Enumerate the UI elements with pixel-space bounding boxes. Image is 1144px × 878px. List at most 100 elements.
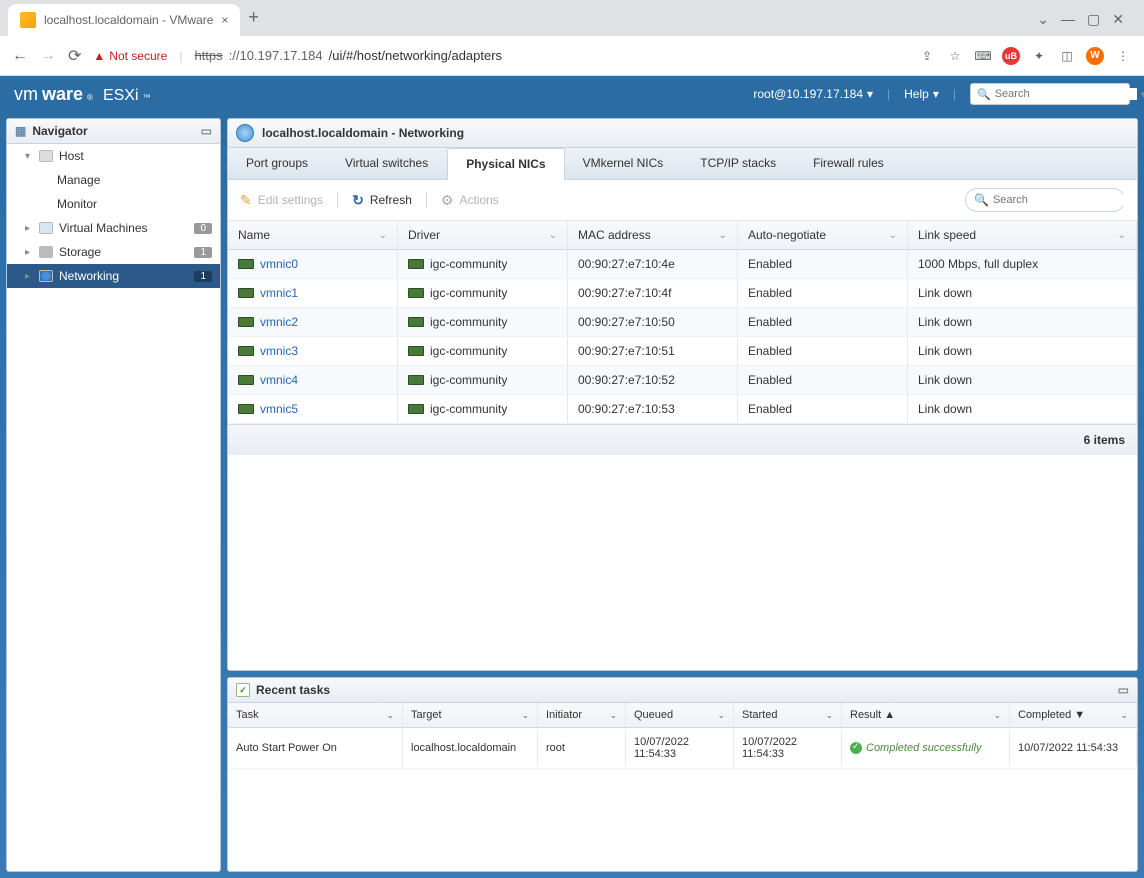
nic-link[interactable]: vmnic5 bbox=[260, 402, 298, 416]
tree-arrow-icon: ▸ bbox=[25, 247, 33, 258]
security-warning[interactable]: ▲ Not secure bbox=[93, 49, 167, 63]
refresh-label: Refresh bbox=[370, 193, 412, 207]
tree-item-label: Storage bbox=[59, 245, 101, 259]
tree-item-icon bbox=[39, 246, 53, 258]
browser-tab[interactable]: localhost.localdomain - VMware × bbox=[8, 4, 240, 36]
tab-vmkernel-nics[interactable]: VMkernel NICs bbox=[565, 148, 683, 179]
close-window-icon[interactable]: ✕ bbox=[1112, 11, 1124, 28]
grid-search[interactable]: 🔍 bbox=[965, 188, 1125, 212]
tab-virtual-switches[interactable]: Virtual switches bbox=[327, 148, 447, 179]
collapse-icon[interactable]: ▭ bbox=[201, 124, 212, 138]
profile-avatar[interactable]: W bbox=[1086, 47, 1104, 65]
task-column-initiator[interactable]: Initiator⌄ bbox=[538, 703, 626, 727]
app-topbar: vmware® ESXi™ root@10.197.17.184 ▾ | Hel… bbox=[0, 76, 1144, 112]
column-header-auto-negotiate[interactable]: Auto-negotiate⌄ bbox=[738, 221, 908, 249]
extensions-icon[interactable]: ✦ bbox=[1030, 47, 1048, 65]
refresh-button[interactable]: ↻ Refresh bbox=[352, 192, 412, 209]
nic-link[interactable]: vmnic0 bbox=[260, 257, 298, 271]
address-bar: ← → ⟳ ▲ Not secure | https://10.197.17.1… bbox=[0, 36, 1144, 76]
table-row[interactable]: vmnic0igc-community00:90:27:e7:10:4eEnab… bbox=[228, 250, 1137, 279]
task-column-started[interactable]: Started⌄ bbox=[734, 703, 842, 727]
chevron-down-icon: ▾ bbox=[867, 87, 873, 101]
maximize-icon[interactable]: ▢ bbox=[1087, 11, 1100, 28]
close-tab-icon[interactable]: × bbox=[221, 13, 228, 27]
tree-item-label: Virtual Machines bbox=[59, 221, 148, 235]
user-menu[interactable]: root@10.197.17.184 ▾ bbox=[753, 87, 873, 101]
tab-port-groups[interactable]: Port groups bbox=[228, 148, 327, 179]
url-input[interactable]: https://10.197.17.184/ui/#/host/networki… bbox=[194, 48, 906, 63]
search-icon: 🔍 bbox=[974, 193, 989, 207]
table-row[interactable]: vmnic1igc-community00:90:27:e7:10:4fEnab… bbox=[228, 279, 1137, 308]
sidebar-item-manage[interactable]: Manage bbox=[7, 168, 220, 192]
brand-bold: ware bbox=[42, 84, 83, 105]
table-row[interactable]: vmnic2igc-community00:90:27:e7:10:50Enab… bbox=[228, 308, 1137, 337]
table-row[interactable]: vmnic4igc-community00:90:27:e7:10:52Enab… bbox=[228, 366, 1137, 395]
favicon bbox=[20, 12, 36, 28]
count-badge: 0 bbox=[194, 223, 212, 234]
edit-label: Edit settings bbox=[258, 193, 323, 207]
minimize-icon[interactable]: — bbox=[1061, 11, 1075, 28]
nic-link[interactable]: vmnic2 bbox=[260, 315, 298, 329]
navigator-title: Navigator bbox=[32, 124, 87, 138]
global-search[interactable]: 🔍 ▾ bbox=[970, 83, 1130, 105]
nic-icon bbox=[238, 346, 254, 356]
column-header-name[interactable]: Name⌄ bbox=[228, 221, 398, 249]
user-label: root@10.197.17.184 bbox=[753, 87, 863, 101]
grid-search-input[interactable] bbox=[993, 194, 1135, 206]
nic-icon bbox=[408, 404, 424, 414]
edit-settings-button[interactable]: ✎ Edit settings bbox=[240, 192, 323, 209]
column-header-driver[interactable]: Driver⌄ bbox=[398, 221, 568, 249]
actions-button[interactable]: ⚙ Actions bbox=[441, 192, 499, 209]
help-menu[interactable]: Help ▾ bbox=[904, 87, 939, 101]
table-row[interactable]: vmnic3igc-community00:90:27:e7:10:51Enab… bbox=[228, 337, 1137, 366]
menu-icon[interactable]: ⋮ bbox=[1114, 47, 1132, 65]
tab-firewall-rules[interactable]: Firewall rules bbox=[795, 148, 903, 179]
tab-physical-nics[interactable]: Physical NICs bbox=[447, 148, 564, 180]
sidebar-item-storage[interactable]: ▸Storage1 bbox=[7, 240, 220, 264]
task-column-target[interactable]: Target⌄ bbox=[403, 703, 538, 727]
nic-link[interactable]: vmnic1 bbox=[260, 286, 298, 300]
nic-icon bbox=[408, 346, 424, 356]
task-column-completed[interactable]: Completed ▼⌄ bbox=[1010, 703, 1137, 727]
sidebar-item-networking[interactable]: ▸Networking1 bbox=[7, 264, 220, 288]
column-header-mac-address[interactable]: MAC address⌄ bbox=[568, 221, 738, 249]
tab-title: localhost.localdomain - VMware bbox=[44, 13, 213, 27]
nic-link[interactable]: vmnic3 bbox=[260, 344, 298, 358]
new-tab-button[interactable]: + bbox=[240, 0, 267, 36]
column-header-link-speed[interactable]: Link speed⌄ bbox=[908, 221, 1137, 249]
caret-down-icon[interactable]: ⌄ bbox=[1037, 11, 1049, 28]
ublock-icon[interactable]: uB bbox=[1002, 47, 1020, 65]
chevron-down-icon: ▾ bbox=[933, 87, 939, 101]
expand-icon[interactable]: ▭ bbox=[1118, 683, 1129, 697]
bookmark-icon[interactable]: ☆ bbox=[946, 47, 964, 65]
back-button[interactable]: ← bbox=[12, 47, 28, 65]
search-input[interactable] bbox=[995, 88, 1137, 100]
tasks-header: ✓ Recent tasks ▭ bbox=[228, 678, 1137, 703]
nic-link[interactable]: vmnic4 bbox=[260, 373, 298, 387]
nic-icon bbox=[408, 259, 424, 269]
sort-icon: ⌄ bbox=[993, 710, 1001, 721]
task-column-queued[interactable]: Queued⌄ bbox=[626, 703, 734, 727]
tree-item-label: Monitor bbox=[57, 197, 97, 211]
share-icon[interactable]: ⇪ bbox=[918, 47, 936, 65]
sort-icon: ⌄ bbox=[719, 230, 727, 241]
task-column-result[interactable]: Result ▲⌄ bbox=[842, 703, 1010, 727]
sidebar-item-monitor[interactable]: Monitor bbox=[7, 192, 220, 216]
sidebar-item-host[interactable]: ▾Host bbox=[7, 144, 220, 168]
task-column-task[interactable]: Task⌄ bbox=[228, 703, 403, 727]
sort-icon: ⌄ bbox=[521, 710, 529, 721]
tab-tcp-ip-stacks[interactable]: TCP/IP stacks bbox=[682, 148, 795, 179]
warning-icon: ▲ bbox=[93, 49, 105, 63]
networking-icon bbox=[236, 124, 254, 142]
tree-item-label: Host bbox=[59, 149, 84, 163]
help-label: Help bbox=[904, 87, 929, 101]
sidepanel-icon[interactable]: ◫ bbox=[1058, 47, 1076, 65]
translate-icon[interactable]: ⌨ bbox=[974, 47, 992, 65]
sidebar-item-virtual-machines[interactable]: ▸Virtual Machines0 bbox=[7, 216, 220, 240]
count-badge: 1 bbox=[194, 271, 212, 282]
forward-button[interactable]: → bbox=[40, 47, 56, 65]
reload-button[interactable]: ⟳ bbox=[68, 46, 81, 66]
task-row[interactable]: Auto Start Power Onlocalhost.localdomain… bbox=[228, 728, 1137, 769]
table-row[interactable]: vmnic5igc-community00:90:27:e7:10:53Enab… bbox=[228, 395, 1137, 424]
search-icon: 🔍 bbox=[977, 88, 991, 101]
